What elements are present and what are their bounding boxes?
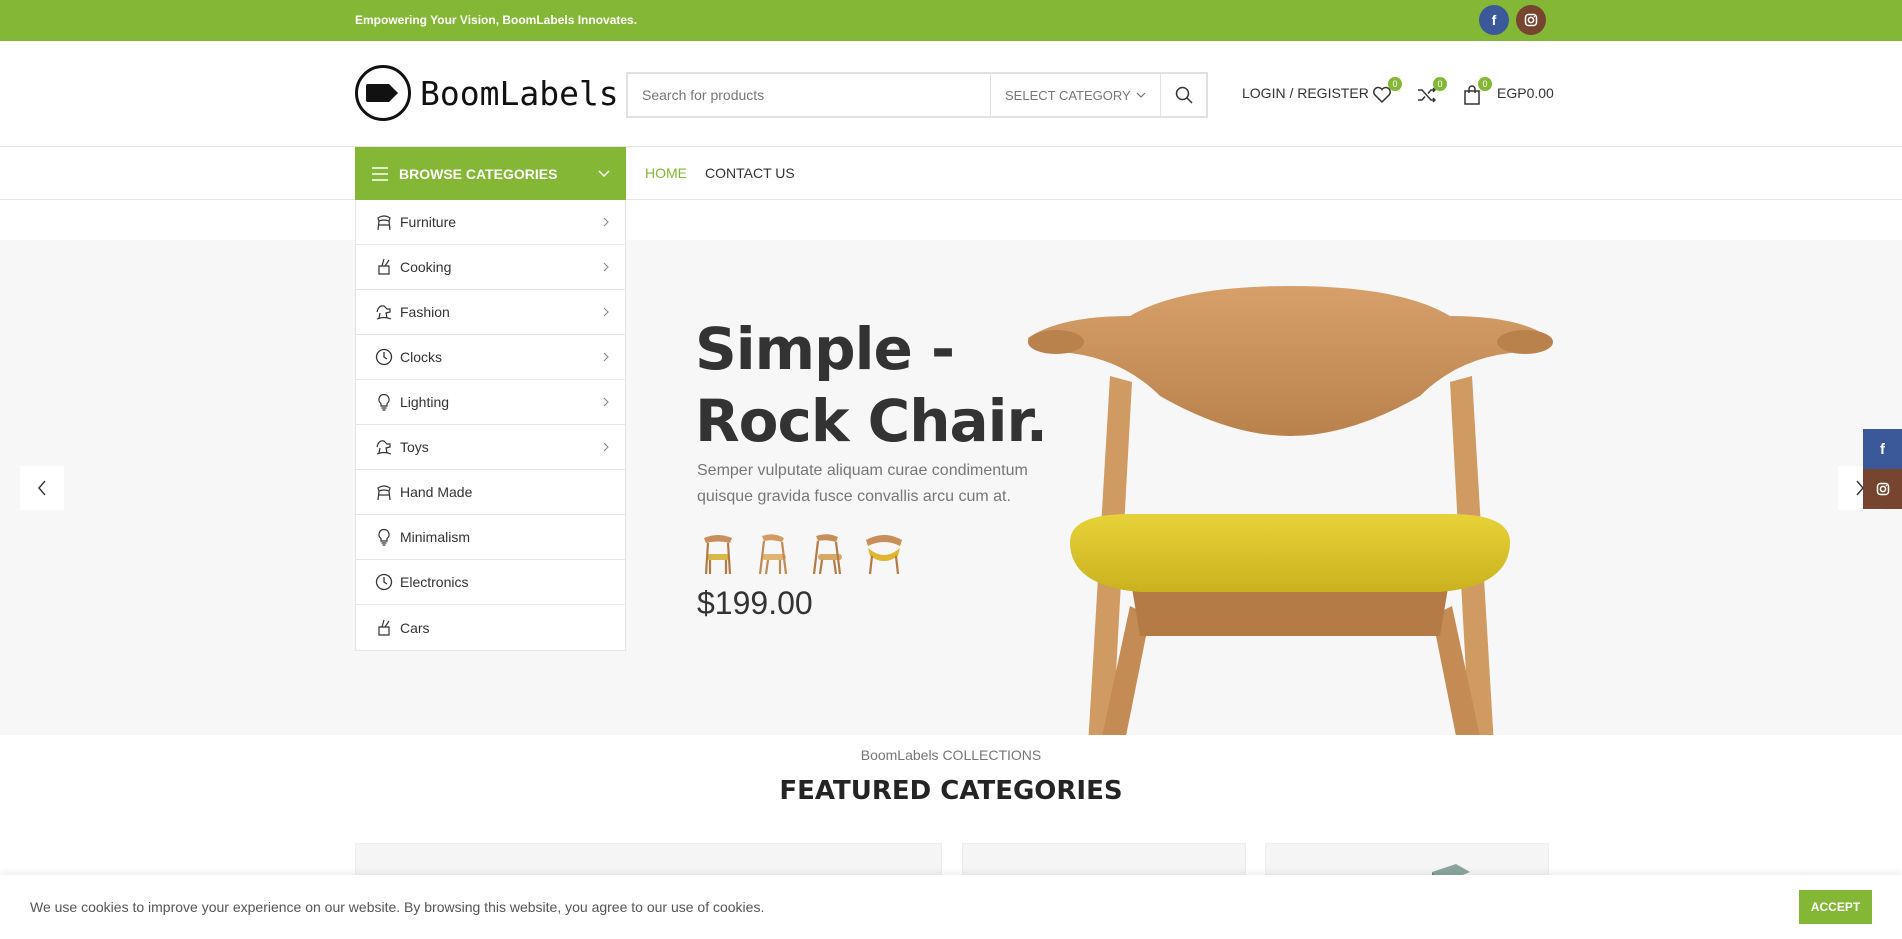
category-item-furniture[interactable]: Furniture (356, 200, 625, 245)
category-item-label: Electronics (400, 574, 469, 590)
logo-tag-icon (355, 65, 411, 121)
main-navigation: BROWSE CATEGORIES HOME CONTACT US (0, 147, 1902, 200)
wishlist-button[interactable]: 0 (1370, 77, 1402, 107)
category-item-fashion[interactable]: Fashion (356, 290, 625, 335)
browse-categories-button[interactable]: BROWSE CATEGORIES (355, 147, 626, 200)
top-bar: Empowering Your Vision, BoomLabels Innov… (0, 0, 1902, 41)
category-select-label: SELECT CATEGORY (1005, 87, 1131, 103)
chevron-right-icon (603, 304, 609, 320)
category-item-label: Cooking (400, 259, 452, 275)
hero-title-line-2: Rock Chair. (695, 387, 1048, 455)
category-menu: Furniture Cooking Fashion Clocks Lighting Toy… (355, 200, 626, 651)
hero-subtitle: Semper vulputate aliquam curae condiment… (697, 462, 1028, 505)
hero-title: Simple - Rock Chair. (695, 313, 1048, 457)
chevron-right-icon (603, 439, 609, 455)
variant-thumbnail-4[interactable] (862, 530, 906, 576)
hero-price: $199.00 (697, 585, 813, 621)
section-kicker: BoomLabels COLLECTIONS (860, 747, 1042, 763)
header: BoomLabels SELECT CATEGORY LOGIN / REGIS… (0, 41, 1902, 147)
category-item-toys[interactable]: Toys (356, 425, 625, 470)
accept-cookies-button[interactable]: ACCEPT (1799, 890, 1872, 924)
variant-thumbnail-3[interactable] (806, 530, 850, 576)
category-item-hand-made[interactable]: Hand Made (356, 470, 625, 515)
facebook-icon[interactable]: f (1479, 5, 1509, 35)
bulb-icon (374, 527, 394, 547)
chevron-right-icon (603, 349, 609, 365)
compare-button[interactable]: 0 (1415, 77, 1447, 107)
variant-thumbnail-2[interactable] (750, 530, 794, 576)
chevron-down-icon (598, 170, 610, 177)
cookie-notice-text: We use cookies to improve your experienc… (30, 899, 765, 915)
cart-amount[interactable]: EGP0.00 (1497, 85, 1554, 101)
cart-button[interactable]: 0 (1460, 77, 1492, 107)
category-item-label: Fashion (400, 304, 450, 320)
chevron-right-icon (603, 259, 609, 275)
slider-prev-button[interactable] (20, 466, 64, 510)
side-instagram-glyph (1876, 482, 1889, 496)
toy-horse-icon (374, 437, 394, 457)
hero-title-line-1: Simple - (695, 315, 955, 383)
login-register-link[interactable]: LOGIN / REGISTER (1242, 85, 1369, 101)
side-facebook-glyph: f (1880, 440, 1885, 458)
category-item-label: Minimalism (400, 529, 470, 545)
category-item-electronics[interactable]: Electronics (356, 560, 625, 605)
cooking-icon (374, 618, 394, 638)
category-item-clocks[interactable]: Clocks (356, 335, 625, 380)
menu-icon (372, 166, 388, 181)
chevron-left-icon (38, 480, 46, 496)
category-item-label: Hand Made (400, 484, 473, 500)
category-item-label: Furniture (400, 214, 457, 230)
search-input[interactable] (628, 74, 991, 116)
bulb-icon (374, 392, 394, 412)
chair-icon (374, 212, 394, 232)
search-icon (1175, 86, 1193, 104)
hero-slider: Simple - Rock Chair. Semper vulputate al… (0, 240, 1902, 735)
chevron-down-icon (1136, 92, 1146, 98)
chevron-right-icon (603, 394, 609, 410)
nav-contact-us[interactable]: CONTACT US (705, 165, 795, 181)
instagram-glyph (1524, 13, 1538, 27)
instagram-icon[interactable] (1516, 5, 1546, 35)
category-item-label: Toys (400, 439, 429, 455)
category-item-lighting[interactable]: Lighting (356, 380, 625, 425)
side-facebook-icon[interactable]: f (1863, 429, 1902, 469)
nav-home[interactable]: HOME (645, 165, 687, 181)
tagline: Empowering Your Vision, BoomLabels Innov… (355, 13, 638, 27)
variant-thumbnail-1[interactable] (696, 530, 740, 576)
category-item-cooking[interactable]: Cooking (356, 245, 625, 290)
search-bar: SELECT CATEGORY (626, 72, 1208, 118)
facebook-glyph: f (1491, 12, 1497, 28)
search-button[interactable] (1161, 74, 1206, 116)
compare-count: 0 (1433, 77, 1447, 91)
toy-horse-icon (374, 302, 394, 322)
browse-categories-label: BROWSE CATEGORIES (399, 165, 558, 182)
category-select[interactable]: SELECT CATEGORY (991, 74, 1161, 116)
side-instagram-icon[interactable] (1863, 469, 1902, 509)
category-item-cars[interactable]: Cars (356, 605, 625, 650)
category-item-minimalism[interactable]: Minimalism (356, 515, 625, 560)
category-item-label: Lighting (400, 394, 450, 410)
chevron-right-icon (603, 214, 609, 230)
cooking-icon (374, 257, 394, 277)
clock-icon (374, 347, 394, 367)
chair-icon (374, 482, 394, 502)
cookie-notice: We use cookies to improve your experienc… (0, 875, 1902, 939)
brand-name: BoomLabels (420, 73, 619, 113)
cart-count: 0 (1478, 77, 1492, 91)
rock-chair-image (1028, 286, 1553, 735)
section-heading: FEATURED CATEGORIES (779, 776, 1123, 806)
clock-icon (374, 572, 394, 592)
wishlist-count: 0 (1388, 77, 1402, 91)
category-item-label: Clocks (400, 349, 443, 365)
logo[interactable]: BoomLabels (355, 65, 619, 121)
category-item-label: Cars (400, 619, 430, 636)
